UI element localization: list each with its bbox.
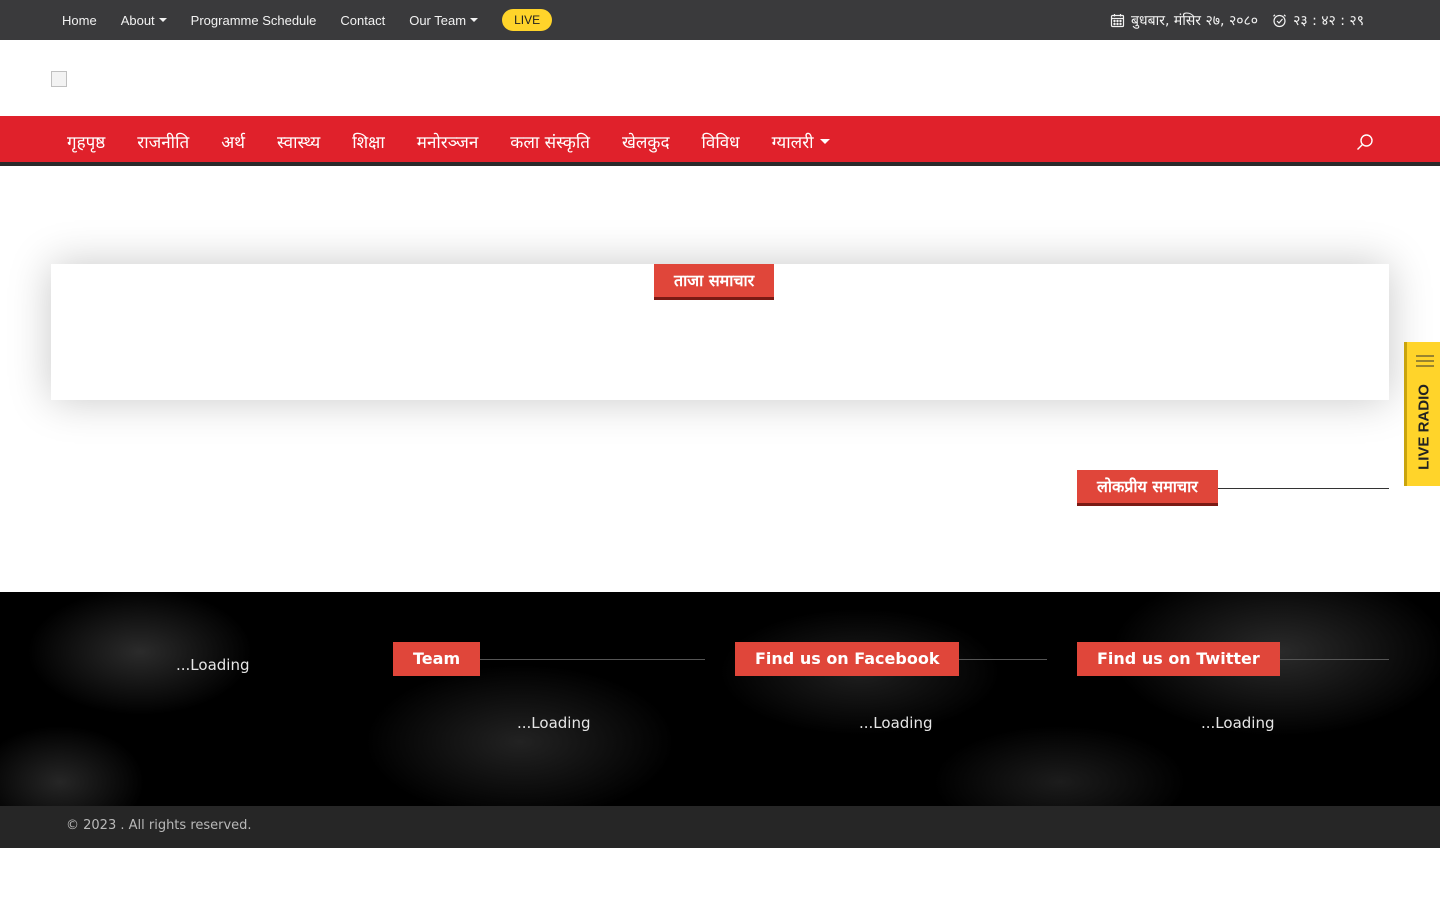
- top-bar: Home About Programme Schedule Contact Ou…: [0, 0, 1440, 40]
- top-nav-our-team[interactable]: Our Team: [409, 12, 479, 28]
- twitter-loading-text: ...Loading: [1201, 714, 1275, 732]
- nav-item-health[interactable]: स्वास्थ्य: [277, 130, 320, 153]
- facebook-loading-text: ...Loading: [859, 714, 933, 732]
- main-nav: गृहपृष्ठ राजनीति अर्थ स्वास्थ्य शिक्षा म…: [0, 116, 1440, 166]
- nav-item-label: खेलकुद: [621, 132, 670, 153]
- date-time: बुधबार, मंसिर २७, २०८० २३ : ४२ : २९: [1110, 0, 1364, 40]
- breaking-news-title: ताजा समाचार: [654, 264, 775, 300]
- caret-down-icon: [158, 18, 167, 22]
- nav-item-label: अर्थ: [221, 132, 246, 153]
- nav-item-economy[interactable]: अर्थ: [221, 130, 245, 153]
- copyright-text: © 2023 . All rights reserved.: [66, 818, 252, 833]
- nav-item-label: ग्यालरी: [771, 132, 814, 153]
- top-nav-our-team-label: Our Team: [409, 12, 467, 28]
- nav-item-label: मनोरञ्जन: [416, 132, 479, 153]
- footer-team-title: Team: [393, 642, 481, 676]
- nav-item-label: विविध: [701, 132, 740, 153]
- nav-item-miscellaneous[interactable]: विविध: [701, 130, 739, 153]
- nav-item-entertainment[interactable]: मनोरञ्जन: [417, 130, 479, 153]
- popular-news-title: लोकप्रीय समाचार: [1077, 470, 1218, 506]
- clock-icon: [1272, 13, 1287, 28]
- nav-item-politics[interactable]: राजनीति: [137, 130, 189, 153]
- caret-down-icon: [470, 18, 479, 22]
- caret-down-icon: [819, 138, 830, 144]
- nav-item-label: राजनीति: [137, 132, 190, 153]
- footer-facebook-title: Find us on Facebook: [735, 642, 960, 676]
- nav-item-education[interactable]: शिक्षा: [352, 130, 385, 153]
- footer: ...Loading Team ...Loading Find us on Fa…: [0, 592, 1440, 806]
- nav-item-gallery[interactable]: ग्यालरी: [772, 130, 830, 153]
- nav-item-art-culture[interactable]: कला संस्कृति: [510, 130, 590, 153]
- live-button[interactable]: LIVE: [502, 9, 553, 31]
- breaking-news-card: ताजा समाचार: [51, 264, 1389, 400]
- top-nav-contact[interactable]: Contact: [340, 13, 385, 28]
- menu-icon: [1416, 353, 1434, 372]
- current-date: बुधबार, मंसिर २७, २०८०: [1131, 12, 1259, 29]
- current-time: २३ : ४२ : २९: [1293, 12, 1364, 29]
- top-nav-about-label: About: [120, 12, 155, 28]
- top-nav-home-label: Home: [62, 12, 97, 28]
- nav-item-home[interactable]: गृहपृष्ठ: [67, 130, 105, 153]
- nav-item-label: स्वास्थ्य: [277, 132, 321, 153]
- popular-news-section: लोकप्रीय समाचार: [1077, 470, 1389, 506]
- search-icon[interactable]: [1356, 133, 1374, 155]
- site-logo[interactable]: [51, 71, 67, 87]
- footer-loading-text: ...Loading: [176, 656, 250, 674]
- team-loading-text: ...Loading: [517, 714, 591, 732]
- live-radio-label: LIVE RADIO: [1415, 384, 1432, 470]
- live-radio-tab[interactable]: LIVE RADIO: [1404, 342, 1440, 486]
- copyright-bar: © 2023 . All rights reserved.: [0, 806, 1440, 848]
- top-nav-about[interactable]: About: [121, 13, 167, 28]
- top-nav-contact-label: Contact: [340, 12, 386, 28]
- footer-twitter-column: Find us on Twitter ...Loading: [1077, 642, 1389, 782]
- calendar-icon: [1110, 13, 1125, 28]
- nav-item-sports[interactable]: खेलकुद: [622, 130, 670, 153]
- top-nav-programme-label: Programme Schedule: [190, 12, 317, 28]
- footer-facebook-column: Find us on Facebook ...Loading: [735, 642, 1047, 782]
- top-nav-programme-schedule[interactable]: Programme Schedule: [191, 13, 317, 28]
- nav-item-label: गृहपृष्ठ: [67, 132, 106, 153]
- footer-twitter-title: Find us on Twitter: [1077, 642, 1280, 676]
- top-nav-home[interactable]: Home: [62, 13, 97, 28]
- nav-item-label: शिक्षा: [352, 132, 385, 153]
- nav-item-label: कला संस्कृति: [510, 132, 590, 153]
- top-nav: Home About Programme Schedule Contact Ou…: [62, 0, 553, 40]
- footer-team-column: Team ...Loading: [393, 642, 705, 782]
